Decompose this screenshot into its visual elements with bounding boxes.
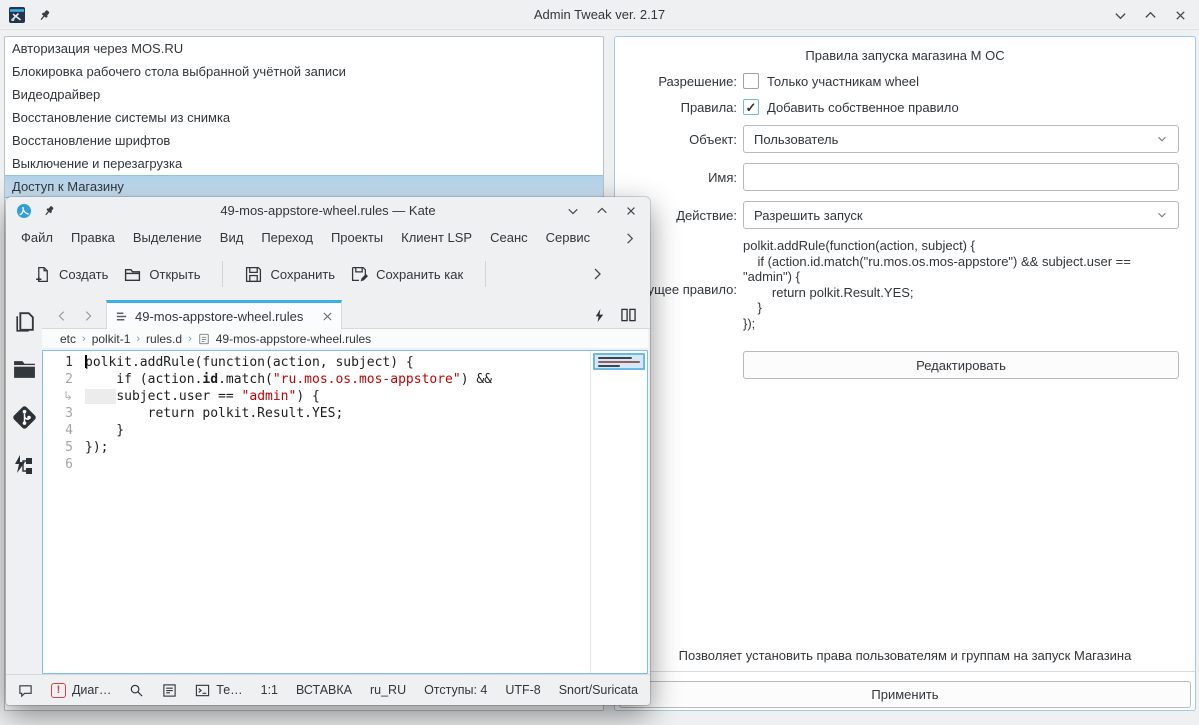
kate-window-title: 49-mos-appstore-wheel.rules — Kate (6, 197, 650, 225)
menu-overflow-icon[interactable] (615, 232, 644, 245)
search-button[interactable] (129, 683, 144, 698)
chevron-right-icon: › (136, 333, 140, 345)
window-title: Admin Tweak ver. 2.17 (0, 0, 1199, 30)
tab-label: 49-mos-appstore-wheel.rules (135, 309, 315, 324)
panel-title: Правила запуска магазина М ОС (615, 48, 1195, 63)
wheel-only-checkbox[interactable] (743, 73, 759, 89)
list-item[interactable]: Выключение и перезагрузка (5, 152, 603, 175)
admin-tweak-window: Admin Tweak ver. 2.17 Авторизация через … (0, 0, 1199, 725)
menu-item[interactable]: Сервис (537, 227, 600, 249)
menu-item[interactable]: Переход (252, 227, 322, 249)
menu-item[interactable]: Файл (12, 227, 62, 249)
close-icon[interactable] (620, 200, 642, 222)
input-mode[interactable]: ВСТАВКА (296, 683, 352, 697)
new-file-button[interactable]: Создать (26, 260, 116, 289)
list-item[interactable]: Восстановление шрифтов (5, 129, 603, 152)
menu-items: ФайлПравкаВыделениеВидПереходПроектыКлие… (12, 227, 599, 249)
kate-window: 49-mos-appstore-wheel.rules — Kate ФайлП… (6, 197, 650, 705)
dictionary[interactable]: ru_RU (370, 683, 406, 697)
chevron-down-icon (1156, 209, 1168, 221)
menu-item[interactable]: Правка (62, 227, 124, 249)
document-icon (115, 310, 128, 323)
list-item[interactable]: Блокировка рабочего стола выбранной учёт… (5, 60, 603, 83)
menu-item[interactable]: Сеанс (481, 227, 537, 249)
menu-item[interactable]: Выделение (124, 227, 211, 249)
menu-item[interactable]: Клиент LSP (392, 227, 481, 249)
git-icon[interactable] (11, 404, 38, 431)
kate-breadcrumb: etc › polkit-1 › rules.d › 49-mos-appsto… (42, 329, 648, 348)
kate-titlebar[interactable]: 49-mos-appstore-wheel.rules — Kate (6, 197, 650, 225)
encoding[interactable]: UTF-8 (505, 683, 540, 697)
edit-button[interactable]: Редактировать (743, 351, 1179, 379)
menu-item[interactable]: Вид (211, 227, 253, 249)
terminal-button[interactable]: Те… (195, 683, 242, 698)
minimize-icon[interactable] (1109, 4, 1131, 26)
output-panel-button[interactable] (18, 683, 33, 698)
breadcrumb-dir[interactable]: etc (60, 332, 76, 346)
file-icon (198, 333, 210, 345)
document-list-button[interactable] (162, 683, 177, 698)
chevron-right-icon: › (188, 333, 192, 345)
tab-prev-icon[interactable] (56, 310, 68, 322)
tab-close-icon[interactable] (322, 311, 333, 322)
main-titlebar[interactable]: Admin Tweak ver. 2.17 (0, 0, 1199, 30)
object-select[interactable]: Пользователь (743, 125, 1179, 153)
minimize-icon[interactable] (562, 200, 584, 222)
kate-tool-sidebar (6, 300, 42, 674)
close-icon[interactable] (1169, 4, 1191, 26)
chevron-right-icon: › (82, 333, 86, 345)
indent-mode[interactable]: Отступы: 4 (424, 683, 487, 697)
save-button[interactable]: Сохранить (237, 260, 343, 289)
kate-toolbar: Создать Открыть Сохранить Сохранить как (6, 251, 650, 297)
menu-item[interactable]: Проекты (322, 227, 392, 249)
kate-statusbar: !Диаг… Те… 1:1 ВСТАВКА ru_RU Отступы: 4 … (6, 674, 650, 705)
maximize-icon[interactable] (591, 200, 613, 222)
external-tools-icon[interactable] (12, 453, 36, 477)
list-item[interactable]: Видеодрайвер (5, 83, 603, 106)
divider (485, 261, 486, 287)
tab-rules-file[interactable]: 49-mos-appstore-wheel.rules (106, 300, 342, 329)
name-input[interactable] (743, 163, 1179, 191)
quick-open-icon[interactable] (594, 309, 605, 322)
permission-label: Разрешение: (615, 74, 737, 89)
maximize-icon[interactable] (1139, 4, 1161, 26)
panel-description: Позволяет установить права пользователям… (615, 648, 1195, 663)
wheel-only-label: Только участникам wheel (767, 74, 919, 89)
minimap-scrollbar[interactable] (590, 351, 647, 673)
action-select[interactable]: Разрешить запуск (743, 201, 1179, 229)
split-view-icon[interactable] (621, 308, 636, 322)
breadcrumb-file[interactable]: 49-mos-appstore-wheel.rules (216, 332, 371, 346)
list-item[interactable]: Доступ к Магазину (5, 175, 603, 198)
warning-icon: ! (51, 683, 66, 698)
documents-icon[interactable] (12, 310, 37, 335)
toolbar-overflow-icon[interactable] (590, 267, 604, 281)
syntax-mode[interactable]: Snort/Suricata (559, 683, 638, 697)
tab-next-icon[interactable] (82, 310, 94, 322)
store-rules-panel[interactable]: Правила запуска магазина М ОС Разрешение… (614, 36, 1196, 711)
cursor-position[interactable]: 1:1 (261, 683, 278, 697)
breadcrumb-dir[interactable]: polkit-1 (92, 332, 131, 346)
divider (222, 261, 223, 287)
editor-lines: 1polkit.addRule(function(action, subject… (43, 351, 647, 473)
list-item[interactable]: Восстановление системы из снимка (5, 106, 603, 129)
custom-rule-label: Добавить собственное правило (767, 100, 959, 115)
apply-button[interactable]: Применить (619, 681, 1191, 708)
rules-label: Правила: (615, 100, 737, 115)
minimap-viewport[interactable] (593, 353, 645, 370)
open-file-button[interactable]: Открыть (116, 260, 208, 289)
save-as-button[interactable]: Сохранить как (343, 260, 471, 289)
list-item[interactable]: Авторизация через MOS.RU (5, 37, 603, 60)
object-label: Объект: (615, 132, 737, 147)
name-label: Имя: (615, 170, 737, 185)
code-editor[interactable]: 1polkit.addRule(function(action, subject… (42, 350, 648, 674)
chevron-down-icon (1156, 133, 1168, 145)
kate-tabbar: 49-mos-appstore-wheel.rules (42, 300, 650, 329)
diagnostics-button[interactable]: !Диаг… (51, 683, 111, 698)
breadcrumb-dir[interactable]: rules.d (146, 332, 182, 346)
custom-rule-checkbox[interactable] (743, 99, 759, 115)
kate-menubar: ФайлПравкаВыделениеВидПереходПроектыКлие… (12, 225, 644, 251)
filesystem-icon[interactable] (12, 357, 37, 382)
divider (615, 671, 1195, 672)
current-rule-text: polkit.addRule(function(action, subject)… (743, 238, 1183, 331)
